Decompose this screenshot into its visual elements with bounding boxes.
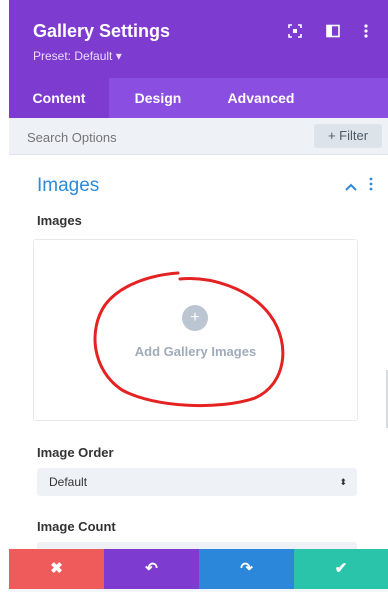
preset-selector[interactable]: Preset: Default ▾ [33, 49, 122, 63]
plus-icon[interactable]: + [182, 305, 208, 331]
undo-button[interactable]: ↶ [104, 549, 199, 589]
search-input[interactable] [25, 126, 289, 148]
more-options-icon-glyph [364, 24, 368, 38]
expand-icon-glyph [288, 24, 302, 38]
chevron-up-icon-glyph [345, 183, 357, 191]
settings-tabs: Content Design Advanced [9, 78, 388, 118]
undo-icon: ↶ [145, 560, 158, 577]
search-bar: + Filter [9, 118, 388, 155]
tab-design[interactable]: Design [109, 78, 207, 118]
image-order-value: Default [49, 475, 88, 489]
tab-content[interactable]: Content [9, 78, 109, 118]
redo-icon: ↷ [240, 560, 253, 577]
panel-title: Gallery Settings [33, 21, 171, 41]
section-menu-icon-glyph [369, 177, 373, 191]
section-menu-icon[interactable] [367, 177, 375, 193]
chevron-up-icon[interactable] [344, 179, 358, 193]
panel-header: Gallery Settings Preset: Default ▾ [9, 0, 388, 78]
action-footer: ✖ ↶ ↷ ✔ [9, 549, 388, 589]
filter-button[interactable]: + Filter [314, 124, 382, 148]
settings-content: Images Images + Add Gallery Images Image… [9, 155, 388, 562]
redo-button[interactable]: ↷ [199, 549, 294, 589]
section-title[interactable]: Images [37, 175, 99, 197]
save-button[interactable]: ✔ [294, 549, 388, 589]
expand-icon[interactable] [285, 24, 305, 44]
more-options-icon[interactable] [356, 24, 376, 44]
add-gallery-images-label[interactable]: Add Gallery Images [34, 344, 357, 359]
select-arrows-icon: ⬍ [339, 477, 347, 487]
check-icon: ✔ [334, 560, 348, 577]
images-label: Images [37, 213, 82, 228]
image-count-label: Image Count [37, 519, 116, 534]
sidebar-toggle-icon[interactable] [323, 24, 343, 44]
tab-advanced[interactable]: Advanced [207, 78, 315, 118]
gallery-settings-panel: Gallery Settings Preset: Default ▾ Conte… [9, 0, 388, 592]
image-order-label: Image Order [37, 445, 114, 460]
image-order-select[interactable]: Default ⬍ [37, 468, 357, 496]
sidebar-toggle-icon-glyph [326, 24, 340, 38]
close-icon: ✖ [50, 560, 63, 577]
cancel-button[interactable]: ✖ [9, 549, 104, 589]
add-gallery-images-area[interactable]: + Add Gallery Images [33, 239, 358, 421]
